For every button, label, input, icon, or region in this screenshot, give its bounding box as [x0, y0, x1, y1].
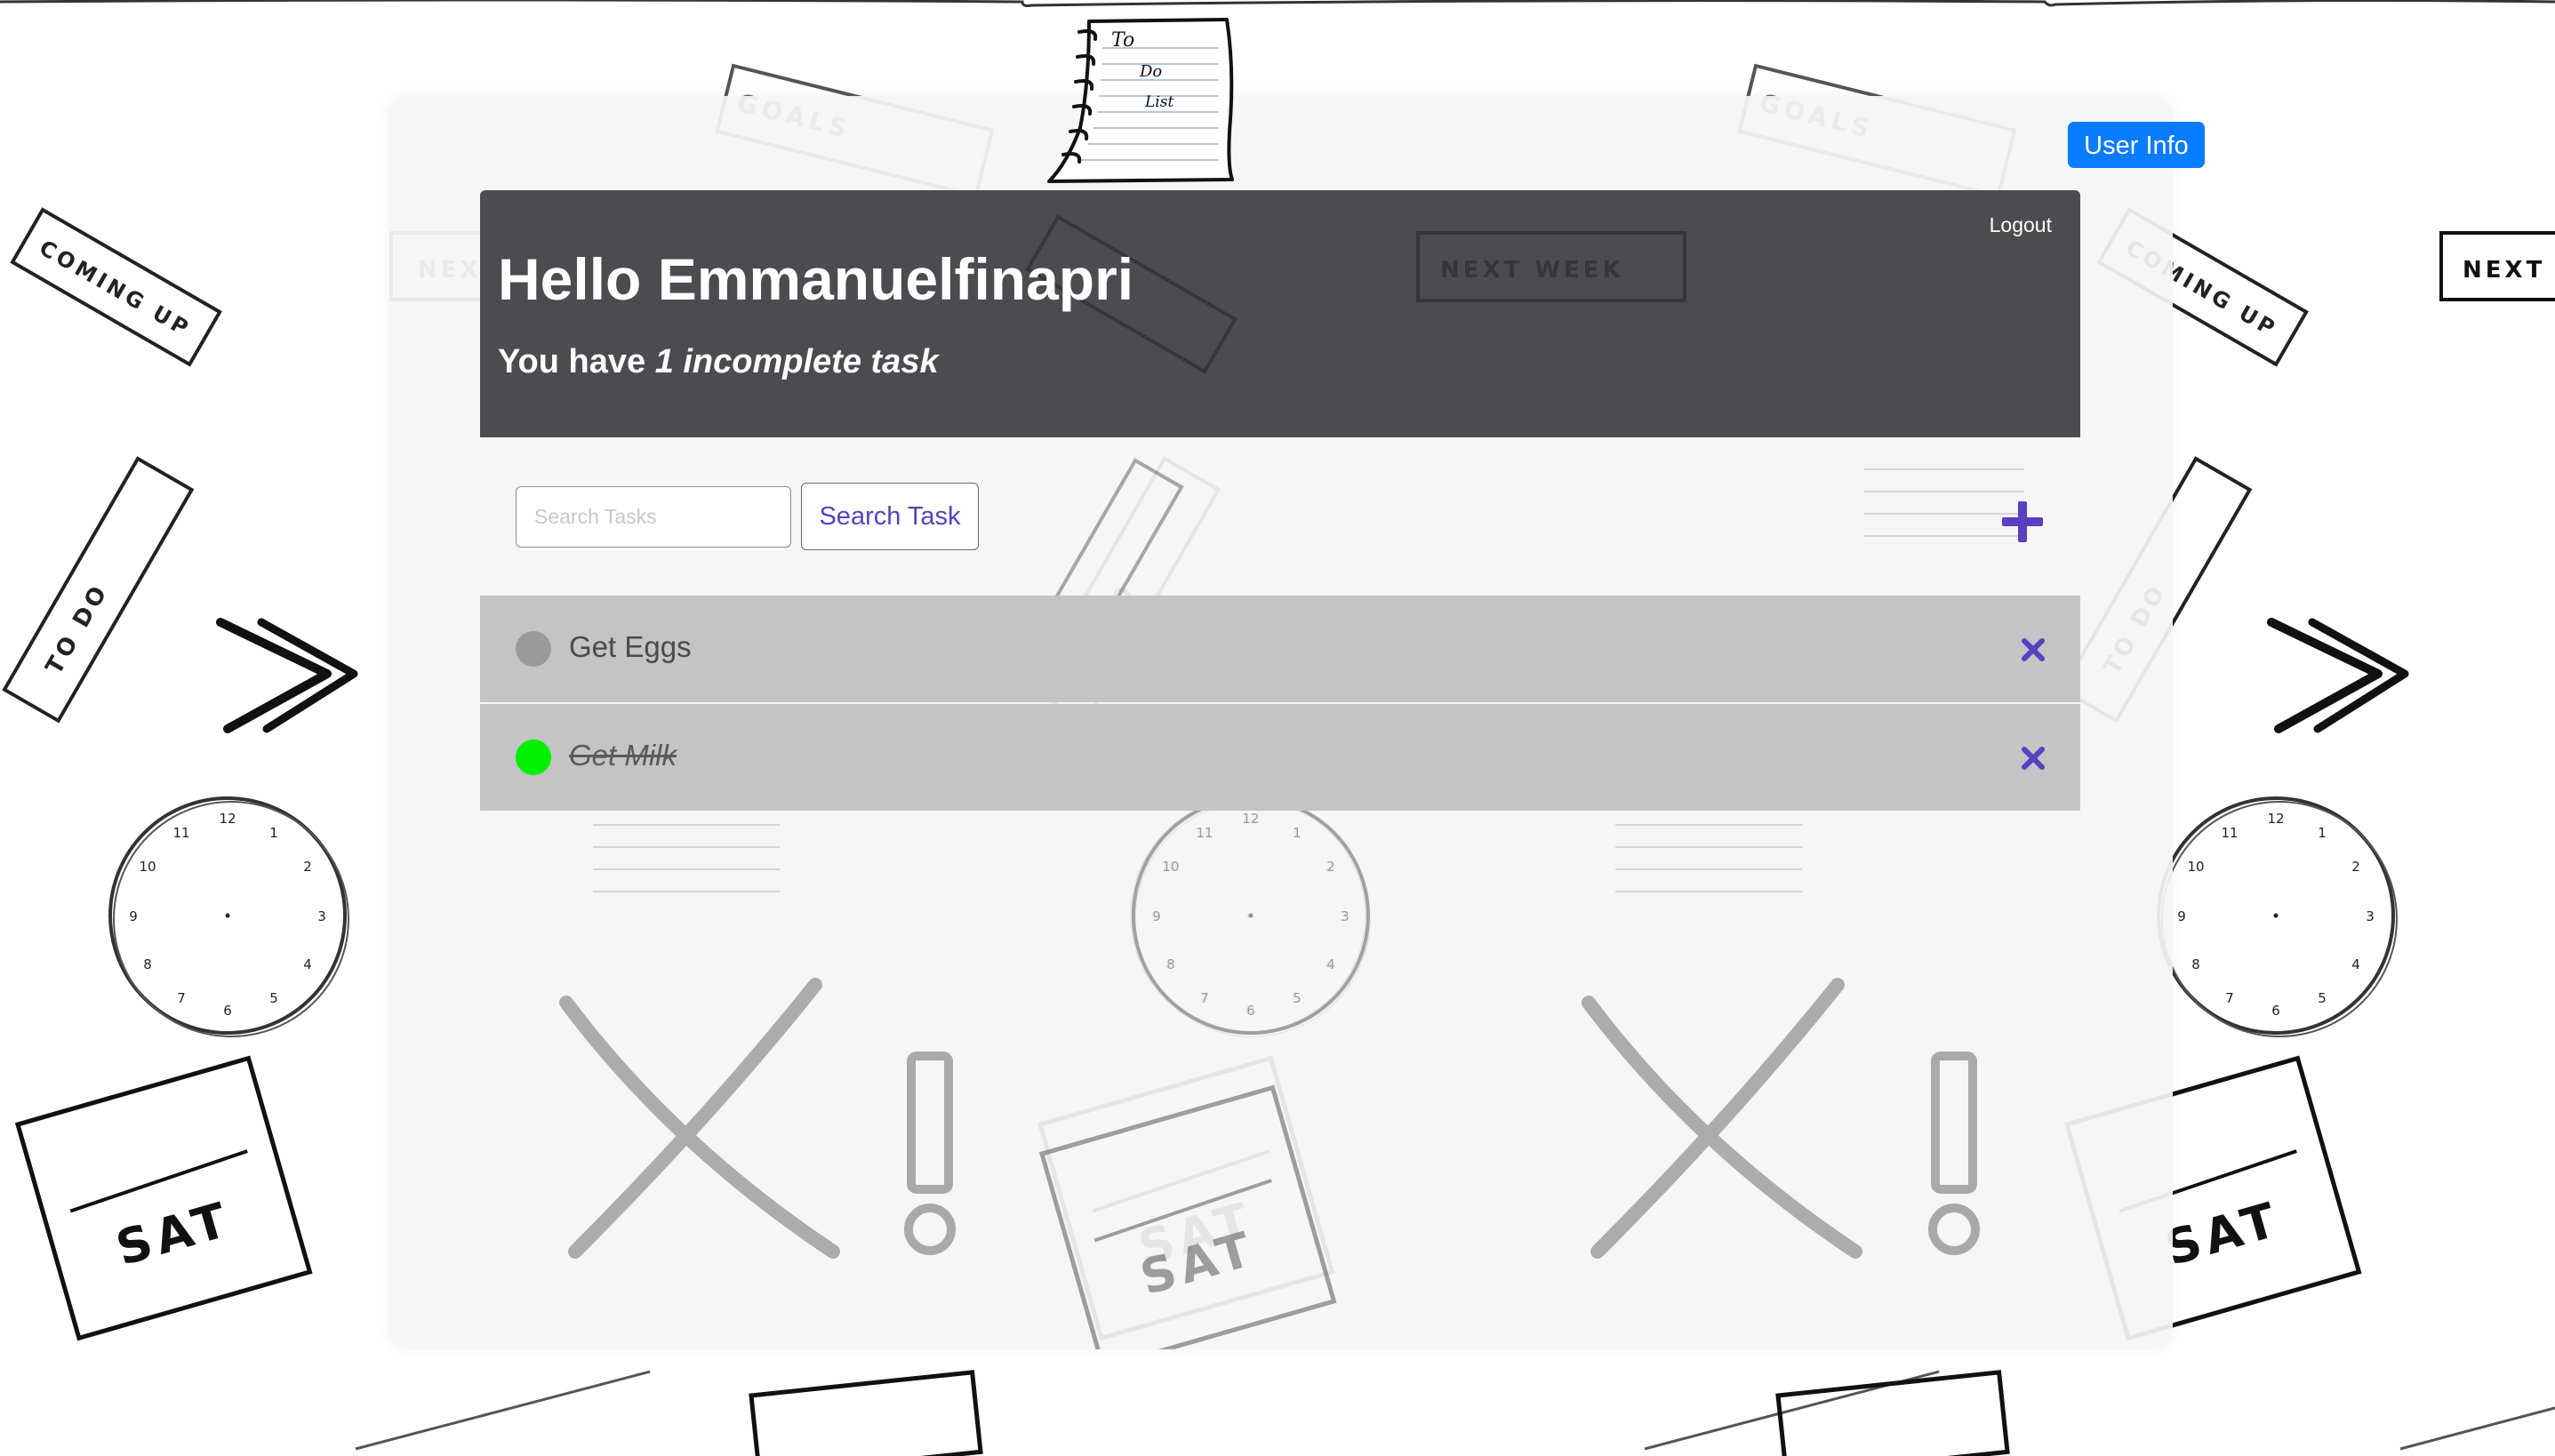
logo-text-do: Do [1139, 62, 1162, 81]
close-icon[interactable] [2020, 636, 2046, 663]
close-icon[interactable] [2020, 745, 2046, 772]
task-summary-prefix: You have [498, 343, 655, 380]
task-list: Get Eggs Get Milk [480, 596, 2080, 811]
task-summary: You have 1 incomplete task [498, 343, 939, 381]
task-item[interactable]: Get Milk [480, 704, 2080, 811]
logo-text-to: To [1111, 29, 1134, 52]
todo-list-notepad-icon: To Do List [1047, 18, 1234, 183]
user-info-button[interactable]: User Info [2068, 122, 2205, 168]
incomplete-count: 1 incomplete task [654, 343, 939, 380]
greeting-header: NEXT WEEK Logout Hello Emmanuelfinapri Y… [480, 190, 2080, 437]
logo-text-list: List [1144, 93, 1173, 111]
svg-text:NEXT W: NEXT W [2463, 257, 2555, 284]
header-ghost-pattern: NEXT WEEK [1025, 214, 1686, 374]
search-input[interactable] [516, 486, 791, 548]
app-root: 1212 345 678 91011 SAT COMING UP [0, 0, 2555, 1456]
svg-text:NEXT WEEK: NEXT WEEK [1440, 257, 1624, 284]
plus-icon[interactable] [2000, 500, 2045, 544]
greeting-title: Hello Emmanuelfinapri [498, 246, 1134, 312]
incomplete-status-toggle[interactable] [516, 631, 551, 667]
task-item[interactable]: Get Eggs [480, 596, 2080, 702]
task-label: Get Milk [569, 739, 677, 772]
completed-status-toggle[interactable] [516, 740, 551, 775]
task-label: Get Eggs [569, 630, 692, 663]
search-button[interactable]: Search Task [801, 483, 979, 550]
logout-link[interactable]: Logout [1990, 213, 2052, 237]
